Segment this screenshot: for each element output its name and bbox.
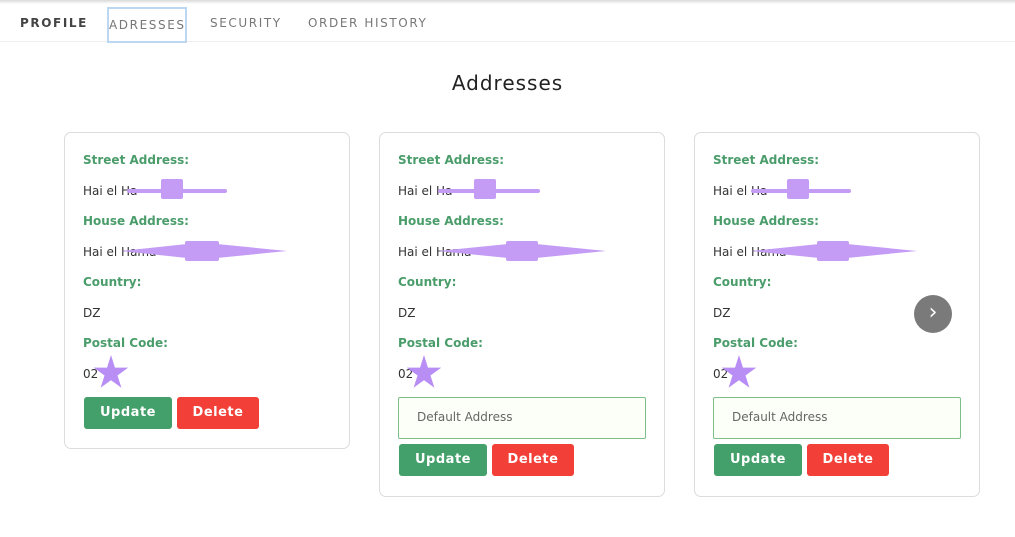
default-address-badge: Default Address: [398, 397, 646, 439]
redaction-mark: [787, 179, 809, 199]
street-address-label: Street Address:: [83, 153, 190, 167]
redaction-mark: [185, 241, 219, 261]
address-card: Street Address: Hai el Ha House Address:…: [379, 132, 665, 497]
top-shadow: [0, 0, 1015, 4]
postal-code-label: Postal Code:: [398, 336, 483, 350]
country-label: Country:: [83, 275, 142, 289]
house-address-label: House Address:: [398, 214, 504, 228]
redaction-star: [93, 355, 129, 388]
tab-addresses[interactable]: ADRESSES: [107, 7, 187, 43]
redaction-mark: [474, 179, 496, 199]
update-button[interactable]: Update: [84, 397, 172, 429]
chevron-right-icon[interactable]: ›: [914, 295, 952, 333]
default-address-badge: Default Address: [713, 397, 961, 439]
redaction-mark: [161, 179, 183, 199]
street-address-label: Street Address:: [398, 153, 505, 167]
tab-order-history[interactable]: ORDER HISTORY: [308, 16, 427, 30]
update-button[interactable]: Update: [714, 444, 802, 476]
house-address-label: House Address:: [83, 214, 189, 228]
postal-code-label: Postal Code:: [83, 336, 168, 350]
redaction-mark: [817, 241, 849, 261]
page-title: Addresses: [451, 71, 564, 95]
house-address-label: House Address:: [713, 214, 819, 228]
redaction-mark: [847, 244, 917, 258]
address-card: Street Address: Hai el Ha House Address:…: [64, 132, 350, 449]
country-value: DZ: [83, 306, 101, 320]
postal-code-label: Postal Code:: [713, 336, 798, 350]
delete-button[interactable]: Delete: [492, 444, 574, 476]
update-button[interactable]: Update: [399, 444, 487, 476]
redaction-mark: [536, 244, 606, 258]
delete-button[interactable]: Delete: [807, 444, 889, 476]
tab-security[interactable]: SECURITY: [210, 16, 282, 30]
country-value: DZ: [713, 306, 731, 320]
country-value: DZ: [398, 306, 416, 320]
delete-button[interactable]: Delete: [177, 397, 259, 429]
redaction-mark: [506, 241, 538, 261]
country-label: Country:: [398, 275, 457, 289]
redaction-mark: [217, 244, 287, 258]
account-tabs: PROFILE ADRESSES SECURITY ORDER HISTORY: [0, 6, 1015, 43]
street-address-label: Street Address:: [713, 153, 820, 167]
tab-profile[interactable]: PROFILE: [20, 16, 88, 30]
country-label: Country:: [713, 275, 772, 289]
